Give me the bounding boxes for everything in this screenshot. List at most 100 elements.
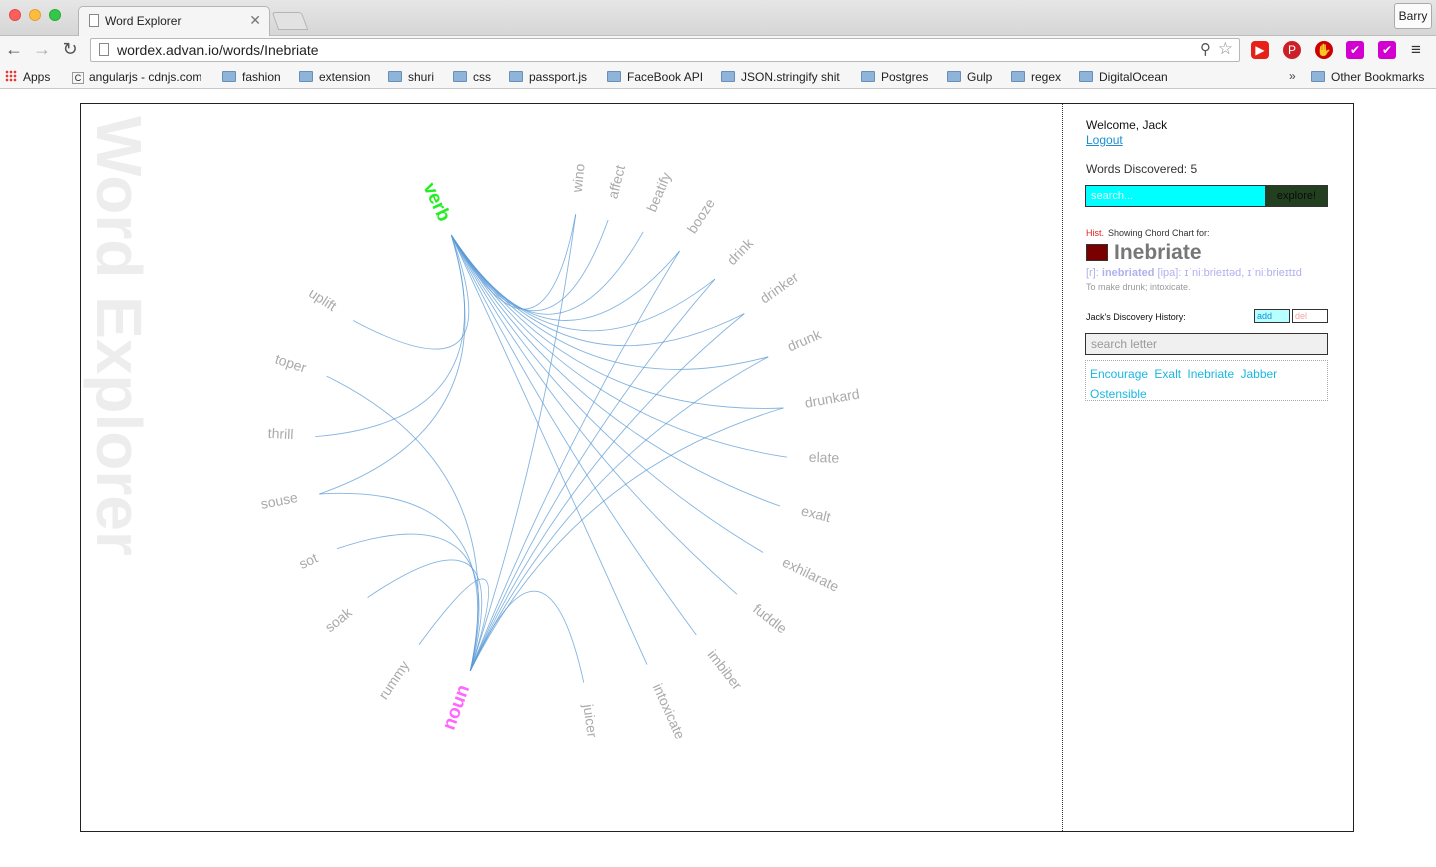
chord-word-drunk[interactable]: drunk — [785, 326, 824, 355]
chord-group-verb[interactable]: verb — [418, 180, 454, 225]
site-icon: C — [72, 72, 84, 84]
chord-link-noun-drinker — [469, 313, 745, 671]
discovery-history-list: Encourage Exalt Inebriate Jabber Ostensi… — [1085, 360, 1328, 401]
folder-icon — [453, 71, 467, 82]
bookmark-passport-js[interactable]: passport.js — [509, 70, 587, 84]
history-word-link[interactable]: Jabber — [1240, 367, 1277, 381]
bookmarks-overflow-button[interactable]: » — [1289, 69, 1296, 83]
checkmark-extension-icon[interactable]: ✔ — [1346, 41, 1364, 59]
reload-icon[interactable]: ↻ — [60, 39, 80, 60]
bookmark-regex[interactable]: regex — [1011, 70, 1061, 84]
bookmark-angularjs-cdnjs-com[interactable]: Cangularjs - cdnjs.com — [72, 70, 201, 84]
chord-word-drunkard[interactable]: drunkard — [803, 385, 860, 410]
page-icon — [89, 14, 99, 27]
history-word-link[interactable]: Exalt — [1154, 367, 1181, 381]
chord-word-juicer[interactable]: juicer — [580, 702, 601, 739]
chord-word-beatify[interactable]: beatify — [643, 170, 674, 214]
chord-word-souse[interactable]: souse — [259, 489, 299, 512]
chord-link-verb-drink — [450, 234, 716, 332]
url-text[interactable]: wordex.advan.io/words/Inebriate — [117, 42, 319, 58]
minimize-window-button[interactable] — [29, 9, 41, 21]
bookmarks-bar: » Other Bookmarks Apps Cangularjs - cdnjs… — [0, 65, 1436, 89]
chord-word-fuddle[interactable]: fuddle — [750, 600, 790, 636]
chord-word-drink[interactable]: drink — [724, 234, 757, 268]
chord-link-noun-toper — [326, 375, 479, 671]
chord-word-booze[interactable]: booze — [684, 195, 718, 236]
bookmark-apps[interactable]: Apps — [5, 70, 50, 84]
chord-word-thrill[interactable]: thrill — [267, 425, 293, 442]
history-word-link[interactable]: Inebriate — [1187, 367, 1234, 381]
chord-word-soak[interactable]: soak — [322, 604, 356, 636]
folder-icon — [1311, 71, 1325, 82]
chord-link-noun-drunk — [469, 356, 769, 671]
page-icon — [99, 43, 109, 56]
chord-word-drinker[interactable]: drinker — [757, 269, 802, 307]
forward-arrow-icon[interactable]: → — [32, 39, 52, 60]
chord-word-uplift[interactable]: uplift — [306, 285, 340, 315]
chart-caption: Hist. Showing Chord Chart for: — [1086, 228, 1210, 238]
search-letter-input[interactable] — [1085, 333, 1328, 355]
menu-icon[interactable]: ≡ — [1411, 40, 1421, 60]
bookmark-digitalocean[interactable]: DigitalOcean — [1079, 70, 1168, 84]
explore-button[interactable]: explore! — [1265, 185, 1328, 207]
zoom-icon[interactable]: ⚲ — [1200, 40, 1211, 58]
chord-word-exhilarate[interactable]: exhilarate — [780, 554, 842, 595]
chord-word-toper[interactable]: toper — [273, 351, 309, 376]
zoom-window-button[interactable] — [49, 9, 61, 21]
checkmark-extension-icon-2[interactable]: ✔ — [1378, 41, 1396, 59]
history-word-link[interactable]: Encourage — [1090, 367, 1148, 381]
close-window-button[interactable] — [9, 9, 21, 21]
add-button[interactable]: add — [1254, 309, 1290, 323]
bookmark-extension[interactable]: extension — [299, 70, 370, 84]
pinterest-extension-icon[interactable]: P — [1283, 41, 1301, 59]
folder-icon — [1079, 71, 1093, 82]
chord-word-sot[interactable]: sot — [296, 550, 320, 572]
profile-button[interactable]: Barry — [1394, 3, 1432, 29]
search-row: explore! — [1085, 185, 1328, 207]
other-bookmarks[interactable]: Other Bookmarks — [1311, 70, 1424, 84]
close-icon[interactable]: ✕ — [249, 12, 261, 29]
logout-link[interactable]: Logout — [1086, 133, 1123, 147]
chord-word-wino[interactable]: wino — [569, 163, 588, 195]
chord-word-rummy[interactable]: rummy — [375, 658, 412, 702]
chord-group-noun[interactable]: noun — [439, 682, 475, 733]
address-bar[interactable]: wordex.advan.io/words/Inebriate ⚲ ☆ — [90, 38, 1240, 62]
word-search-input[interactable] — [1085, 185, 1266, 207]
word-color-swatch — [1086, 244, 1108, 261]
discovery-history-label: Jack's Discovery History: — [1086, 312, 1186, 322]
bookmark-facebook-api[interactable]: FaceBook API — [607, 70, 703, 84]
youtube-extension-icon[interactable]: ▶ — [1251, 41, 1269, 59]
new-tab-button[interactable] — [271, 12, 309, 30]
back-arrow-icon[interactable]: ← — [4, 39, 24, 60]
bookmark-shuri[interactable]: shuri — [388, 70, 434, 84]
chord-word-affect[interactable]: affect — [604, 163, 628, 200]
bookmark-gulp[interactable]: Gulp — [947, 70, 992, 84]
chord-link-noun-drink — [469, 278, 716, 671]
pronunciation: [r]: inebriated [ipa]: ɪˈniːbrieɪtəd, ɪˈ… — [1086, 267, 1302, 279]
folder-icon — [299, 71, 313, 82]
delete-button[interactable]: del — [1292, 309, 1328, 323]
chord-word-intoxicate[interactable]: intoxicate — [650, 681, 689, 742]
folder-icon — [607, 71, 621, 82]
history-word-link[interactable]: Ostensible — [1090, 387, 1147, 401]
chord-word-elate[interactable]: elate — [809, 449, 840, 466]
chord-word-exalt[interactable]: exalt — [800, 502, 833, 525]
chord-links — [315, 214, 787, 683]
chord-link-verb-booze — [450, 234, 680, 321]
folder-icon — [509, 71, 523, 82]
bookmark-fashion[interactable]: fashion — [222, 70, 281, 84]
adblock-extension-icon[interactable]: ✋ — [1315, 41, 1333, 59]
chord-word-imbiber[interactable]: imbiber — [705, 647, 746, 693]
bookmark-json-stringify-shit[interactable]: JSON.stringify shit — [721, 70, 840, 84]
hist-tag[interactable]: Hist. — [1086, 228, 1104, 238]
chord-link-verb-souse — [319, 234, 466, 495]
bookmark-css[interactable]: css — [453, 70, 491, 84]
chord-link-noun-souse — [319, 492, 479, 671]
folder-icon — [1011, 71, 1025, 82]
chord-chart-area: Word Explorer wino affect beatify booze drin… — [81, 104, 1062, 831]
bookmark-postgres[interactable]: Postgres — [861, 70, 928, 84]
bookmark-star-icon[interactable]: ☆ — [1218, 39, 1233, 59]
folder-icon — [721, 71, 735, 82]
chord-chart: wino affect beatify boozedrinkdrinker drunk d… — [259, 163, 860, 742]
browser-tab-active[interactable]: Word Explorer ✕ — [78, 6, 270, 36]
